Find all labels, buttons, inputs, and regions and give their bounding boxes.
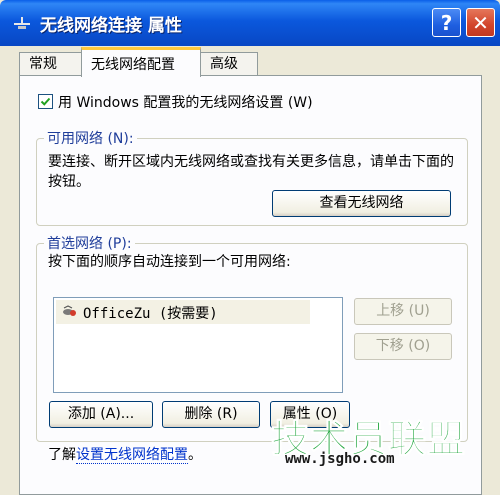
network-name: OfficeZu (按需要) bbox=[83, 306, 218, 322]
remove-button[interactable]: 删除 (R) bbox=[162, 401, 260, 428]
available-networks-legend: 可用网络 (N): bbox=[44, 128, 137, 148]
preferred-networks-list[interactable]: OfficeZu (按需要) bbox=[53, 297, 343, 393]
checkbox-box[interactable] bbox=[38, 94, 53, 109]
tab-advanced[interactable]: 高级 bbox=[200, 52, 258, 75]
wireless-config-link[interactable]: 设置无线网络配置 bbox=[76, 447, 188, 464]
add-button[interactable]: 添加 (A)... bbox=[49, 401, 153, 428]
list-item[interactable]: OfficeZu (按需要) bbox=[56, 300, 310, 324]
close-button[interactable]: ✕ bbox=[466, 8, 495, 37]
close-icon: ✕ bbox=[472, 11, 489, 35]
available-networks-description: 要连接、断开区域内无线网络或查找有关更多信息，请单击下面的按钮。 bbox=[48, 154, 454, 190]
help-button[interactable]: ? bbox=[432, 8, 461, 37]
learn-more-prefix: 了解 bbox=[48, 447, 76, 463]
tab-general[interactable]: 常规 bbox=[19, 52, 82, 75]
tab-wireless-networks[interactable]: 无线网络配置 bbox=[81, 47, 201, 77]
move-down-button[interactable]: 下移 (O) bbox=[354, 333, 452, 360]
learn-more-text: 了解设置无线网络配置。 bbox=[48, 444, 202, 464]
preferred-networks-legend: 首选网络 (P): bbox=[44, 233, 135, 253]
move-up-button[interactable]: 上移 (U) bbox=[354, 298, 452, 325]
help-icon: ? bbox=[440, 11, 453, 35]
view-wireless-networks-button[interactable]: 查看无线网络 bbox=[272, 190, 451, 217]
window-title: 无线网络连接 属性 bbox=[40, 16, 182, 36]
preferred-networks-description: 按下面的顺序自动连接到一个可用网络: bbox=[48, 254, 291, 270]
use-windows-config-label: 用 Windows 配置我的无线网络设置 (W) bbox=[58, 95, 313, 111]
title-bar[interactable]: 无线网络连接 属性 ? ✕ bbox=[0, 0, 500, 46]
watermark-url: www.jsgho.com bbox=[285, 451, 395, 467]
wireless-network-icon bbox=[62, 305, 78, 319]
checkmark-icon bbox=[40, 97, 51, 106]
network-connection-icon bbox=[12, 14, 32, 32]
learn-more-suffix: 。 bbox=[188, 447, 202, 463]
